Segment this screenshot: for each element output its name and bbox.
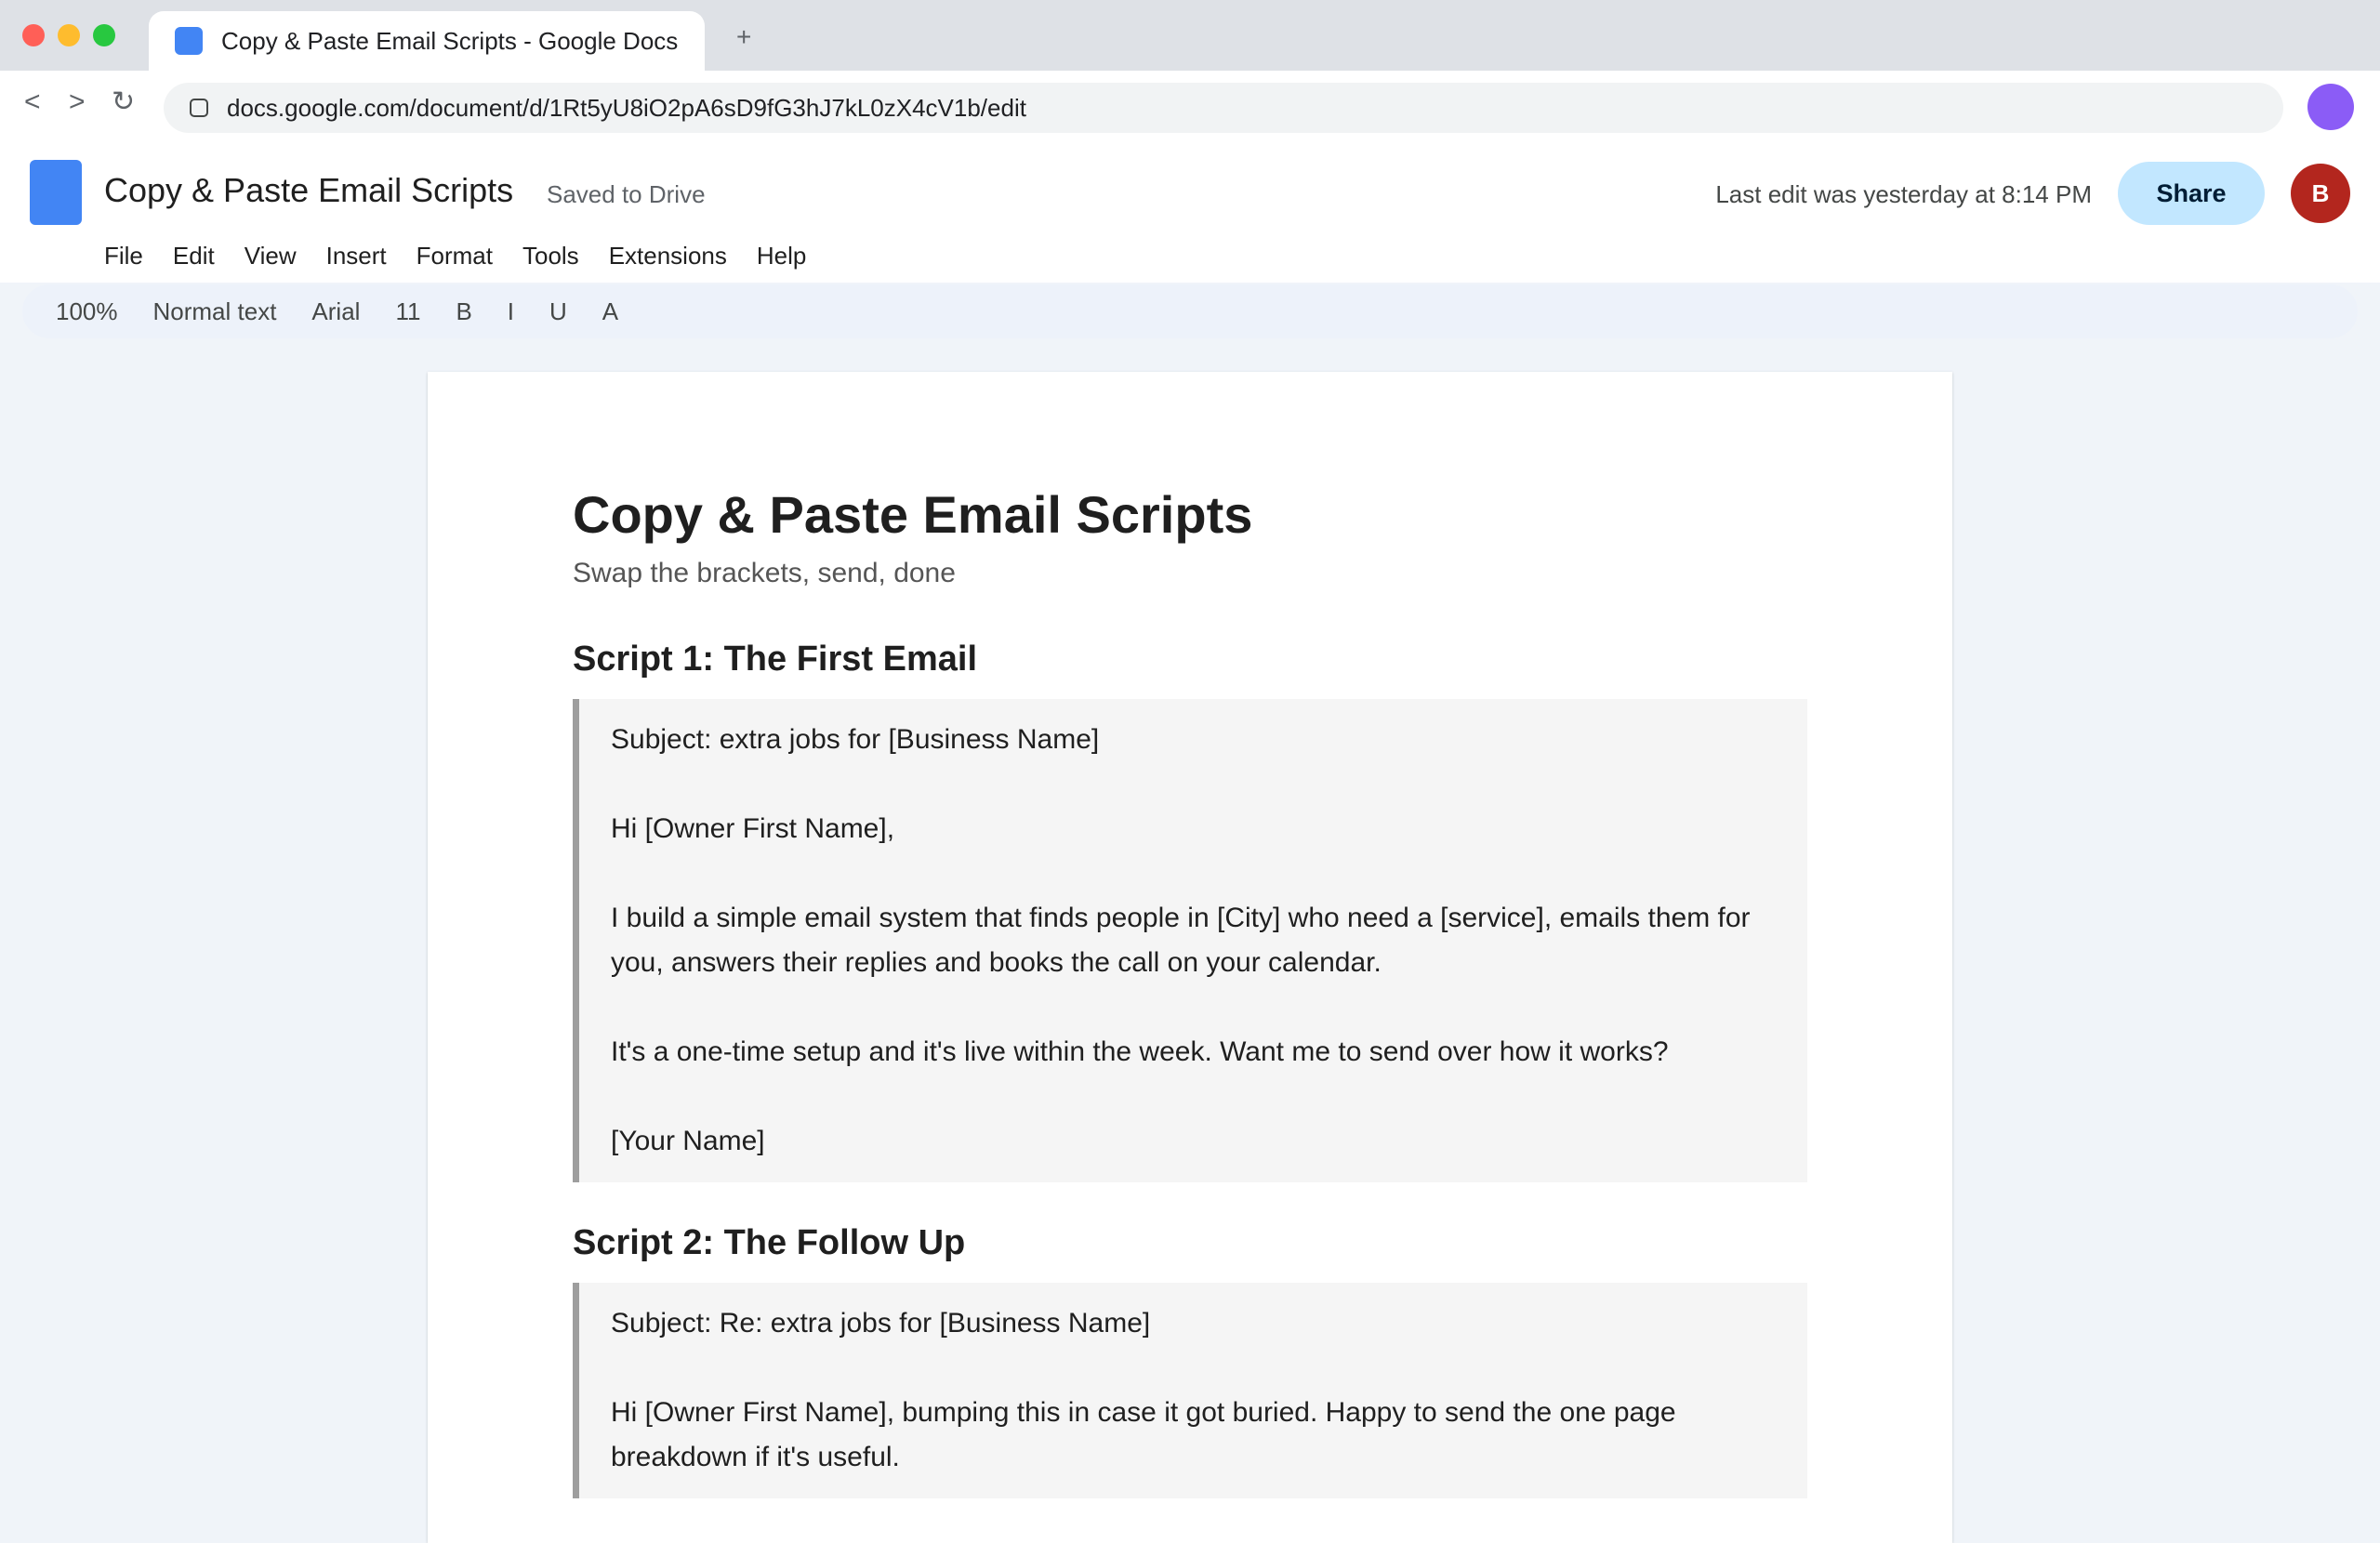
new-tab-button[interactable]: +: [736, 22, 751, 52]
font-family-select[interactable]: Arial: [311, 297, 360, 326]
formatting-toolbar: 100% Normal text Arial 11 B I U A: [22, 284, 2358, 338]
menu-tools[interactable]: Tools: [508, 238, 594, 274]
menu-insert[interactable]: Insert: [311, 238, 402, 274]
script-2-subject: Subject: Re: extra jobs for [Business Na…: [611, 1308, 1151, 1339]
back-button[interactable]: <: [24, 86, 41, 119]
site-info-icon[interactable]: [190, 99, 208, 117]
menu-view[interactable]: View: [230, 238, 311, 274]
share-button[interactable]: Share: [2118, 162, 2265, 225]
menu-file[interactable]: File: [104, 238, 158, 274]
script-2-body-1: Hi [Owner First Name], bumping this in c…: [611, 1397, 1676, 1472]
italic-button[interactable]: I: [508, 297, 514, 326]
document-body[interactable]: Copy & Paste Email Scripts Swap the brac…: [573, 483, 1807, 1498]
browser-address-bar: < > ↻ docs.google.com/document/d/1Rt5yU8…: [0, 71, 2380, 143]
browser-tab-active[interactable]: Copy & Paste Email Scripts - Google Docs: [149, 11, 705, 71]
document-title[interactable]: Copy & Paste Email Scripts: [104, 171, 513, 210]
docs-logo-icon[interactable]: [30, 160, 82, 225]
script-2-heading: Script 2: The Follow Up: [573, 1223, 966, 1262]
google-docs-favicon-icon: [175, 27, 203, 55]
close-window-button[interactable]: [22, 24, 45, 46]
menu-edit[interactable]: Edit: [158, 238, 230, 274]
script-2-block: Subject: Re: extra jobs for [Business Na…: [573, 1283, 1807, 1498]
text-color-button[interactable]: A: [602, 297, 618, 326]
menu-format[interactable]: Format: [402, 238, 508, 274]
tab-title: Copy & Paste Email Scripts - Google Docs: [221, 26, 679, 55]
script-1-block: Subject: extra jobs for [Business Name] …: [573, 699, 1807, 1182]
url-text: docs.google.com/document/d/1Rt5yU8iO2pA6…: [227, 93, 1026, 122]
script-1-heading: Script 1: The First Email: [573, 640, 977, 679]
script-1-subject: Subject: extra jobs for [Business Name]: [611, 724, 1100, 755]
url-field[interactable]: docs.google.com/document/d/1Rt5yU8iO2pA6…: [164, 83, 2283, 133]
menu-bar: File Edit View Insert Format Tools Exten…: [104, 238, 821, 274]
document-heading: Copy & Paste Email Scripts: [573, 485, 1253, 544]
reload-button[interactable]: ↻: [112, 86, 135, 119]
paragraph-style-select[interactable]: Normal text: [153, 297, 277, 326]
browser-profile-avatar[interactable]: [2307, 84, 2354, 130]
zoom-select[interactable]: 100%: [56, 297, 118, 326]
browser-tab-bar: Copy & Paste Email Scripts - Google Docs…: [0, 0, 2380, 71]
document-subtitle: Swap the brackets, send, done: [573, 558, 956, 588]
script-1-body-2: It's a one-time setup and it's live with…: [611, 1036, 1669, 1067]
account-avatar[interactable]: B: [2291, 164, 2350, 223]
menu-extensions[interactable]: Extensions: [594, 238, 742, 274]
menu-help[interactable]: Help: [742, 238, 821, 274]
last-edit-link[interactable]: Last edit was yesterday at 8:14 PM: [1715, 180, 2092, 209]
bold-button[interactable]: B: [456, 297, 471, 326]
minimize-window-button[interactable]: [58, 24, 80, 46]
saved-status: Saved to Drive: [547, 180, 706, 208]
maximize-window-button[interactable]: [93, 24, 115, 46]
font-size-input[interactable]: 11: [395, 297, 420, 326]
forward-button[interactable]: >: [69, 86, 86, 119]
script-1-body-1: I build a simple email system that finds…: [611, 903, 1751, 978]
script-1-greeting: Hi [Owner First Name],: [611, 813, 895, 844]
document-page[interactable]: Copy & Paste Email Scripts Swap the brac…: [428, 372, 1952, 1543]
docs-header: Copy & Paste Email Scripts Saved to Driv…: [0, 143, 2380, 283]
script-1-signoff: [Your Name]: [611, 1126, 765, 1156]
underline-button[interactable]: U: [549, 297, 567, 326]
